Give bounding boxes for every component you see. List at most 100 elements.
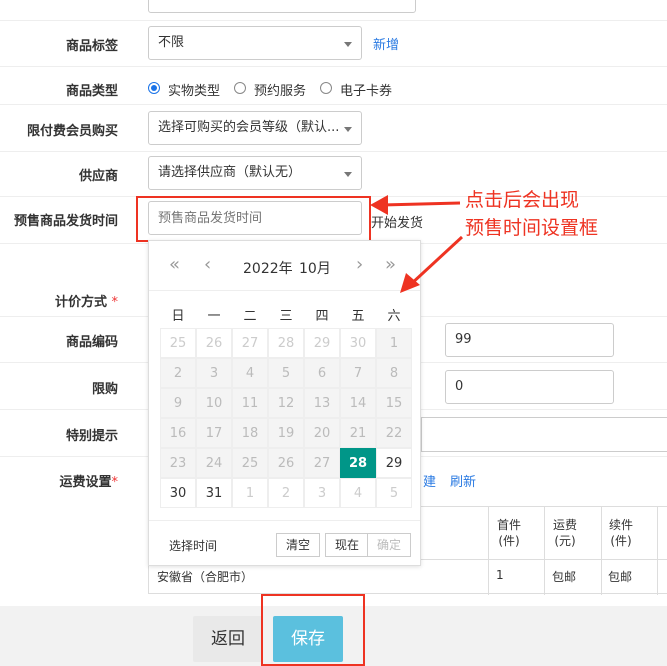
tips-textarea[interactable]	[421, 417, 667, 452]
calendar-day[interactable]: 29	[304, 328, 340, 358]
type-option-ecard[interactable]: 电子卡券	[340, 80, 392, 99]
weekday-label: 六	[387, 309, 401, 324]
table-cell-first: 1	[496, 568, 504, 582]
type-radio-physical[interactable]	[148, 82, 160, 94]
calendar-day[interactable]: 4	[340, 478, 376, 508]
calendar-day[interactable]: 17	[196, 418, 232, 448]
calendar-day[interactable]: 16	[160, 418, 196, 448]
back-button[interactable]: 返回	[193, 616, 263, 662]
type-option-appointment[interactable]: 预约服务	[254, 80, 306, 99]
calendar-day[interactable]: 28	[340, 448, 376, 478]
calendar-day[interactable]: 10	[196, 388, 232, 418]
calendar-day[interactable]: 12	[268, 388, 304, 418]
annotation-line-2: 预售时间设置框	[465, 217, 599, 239]
calendar-day[interactable]: 1	[232, 478, 268, 508]
arrow-to-input-icon	[370, 195, 461, 215]
calendar-day[interactable]: 15	[376, 388, 412, 418]
pick-time-link[interactable]: 选择时间	[169, 537, 217, 554]
tag-select-value: 不限	[158, 35, 185, 50]
refresh-link[interactable]: 刷新	[450, 471, 476, 490]
calendar-day[interactable]: 22	[376, 418, 412, 448]
member-select-value: 选择可购买的会员等级（默认...	[158, 120, 340, 135]
limit-label: 限购	[91, 382, 118, 397]
calendar-day[interactable]: 7	[340, 358, 376, 388]
calendar-day[interactable]: 14	[340, 388, 376, 418]
calendar-day[interactable]: 24	[196, 448, 232, 478]
supplier-select[interactable]: 请选择供应商（默认无）	[148, 156, 362, 190]
calendar-day[interactable]: 2	[160, 358, 196, 388]
limit-input[interactable]: 0	[445, 370, 614, 404]
calendar-day[interactable]: 30	[340, 328, 376, 358]
table-header-fee: 运费 (元)	[552, 518, 577, 548]
confirm-button[interactable]: 确定	[367, 533, 412, 557]
weekday-label: 五	[351, 309, 365, 324]
calendar-day[interactable]: 4	[232, 358, 268, 388]
save-highlight-box	[261, 594, 365, 666]
prev-month-icon[interactable]: ‹	[204, 255, 211, 275]
calendar-day[interactable]: 25	[232, 448, 268, 478]
calendar-day[interactable]: 28	[268, 328, 304, 358]
member-label: 限付费会员购买	[26, 124, 118, 139]
chevron-down-icon	[344, 42, 352, 47]
calendar-day[interactable]: 31	[196, 478, 232, 508]
supplier-label: 供应商	[78, 169, 118, 184]
calendar-day[interactable]: 5	[376, 478, 412, 508]
type-radio-ecard[interactable]	[320, 82, 332, 94]
calendar-day[interactable]: 2	[268, 478, 304, 508]
calendar-day[interactable]: 9	[160, 388, 196, 418]
calendar-day[interactable]: 29	[376, 448, 412, 478]
calendar-month[interactable]: 10月	[299, 258, 331, 278]
calendar-day[interactable]: 3	[304, 478, 340, 508]
weekday-label: 四	[315, 309, 329, 324]
member-select[interactable]: 选择可购买的会员等级（默认...	[148, 111, 362, 145]
calendar-day[interactable]: 23	[160, 448, 196, 478]
clear-button[interactable]: 清空	[276, 533, 321, 557]
tips-label: 特别提示	[65, 429, 118, 444]
calendar-day[interactable]: 30	[160, 478, 196, 508]
weekday-label: 一	[207, 309, 221, 324]
weekday-label: 三	[279, 309, 293, 324]
calendar-day[interactable]: 18	[232, 418, 268, 448]
calendar-day[interactable]: 8	[376, 358, 412, 388]
calendar-day[interactable]: 19	[268, 418, 304, 448]
calendar-day[interactable]: 6	[304, 358, 340, 388]
tag-select[interactable]: 不限	[148, 26, 362, 60]
calendar-day[interactable]: 5	[268, 358, 304, 388]
calendar-year[interactable]: 2022年	[243, 258, 293, 278]
calendar-day[interactable]: 11	[232, 388, 268, 418]
annotation-arrows	[370, 195, 464, 293]
table-cell-fee: 包邮	[552, 570, 577, 584]
calendar-day[interactable]: 20	[304, 418, 340, 448]
prev-year-icon[interactable]: «	[169, 255, 180, 275]
presale-label: 预售商品发货时间	[13, 214, 118, 229]
presale-date-input[interactable]	[148, 201, 362, 235]
type-label: 商品类型	[65, 84, 118, 99]
calendar-day[interactable]: 21	[340, 418, 376, 448]
top-partial-field[interactable]	[148, 0, 416, 13]
shipping-label: 运费设置*	[0, 471, 118, 490]
calendar-day[interactable]: 26	[196, 328, 232, 358]
calendar-day[interactable]: 27	[232, 328, 268, 358]
chevron-down-icon	[344, 127, 352, 132]
annotation-line-1: 点击后会出现	[465, 189, 580, 211]
calendar-day[interactable]: 27	[304, 448, 340, 478]
add-tag-link[interactable]: 新增	[373, 34, 399, 53]
calendar-day[interactable]: 1	[376, 328, 412, 358]
new-template-link[interactable]: 建	[423, 471, 436, 490]
now-button[interactable]: 现在	[325, 533, 370, 557]
pricing-label-text: 计价方式	[54, 295, 107, 310]
calendar-footer: 选择时间 清空 现在 确定	[149, 520, 420, 566]
weekday-label: 二	[243, 309, 257, 324]
calendar-day[interactable]: 25	[160, 328, 196, 358]
code-input[interactable]: 99	[445, 323, 614, 357]
required-mark: *	[111, 295, 119, 310]
table-header-first: 首件 (件)	[496, 518, 521, 548]
required-mark: *	[111, 475, 119, 490]
pricing-label: 计价方式 *	[0, 291, 118, 310]
type-option-physical[interactable]: 实物类型	[168, 80, 220, 99]
calendar-day[interactable]: 26	[268, 448, 304, 478]
calendar-day[interactable]: 13	[304, 388, 340, 418]
type-radio-appointment[interactable]	[234, 82, 246, 94]
tag-label: 商品标签	[65, 39, 118, 54]
calendar-day[interactable]: 3	[196, 358, 232, 388]
